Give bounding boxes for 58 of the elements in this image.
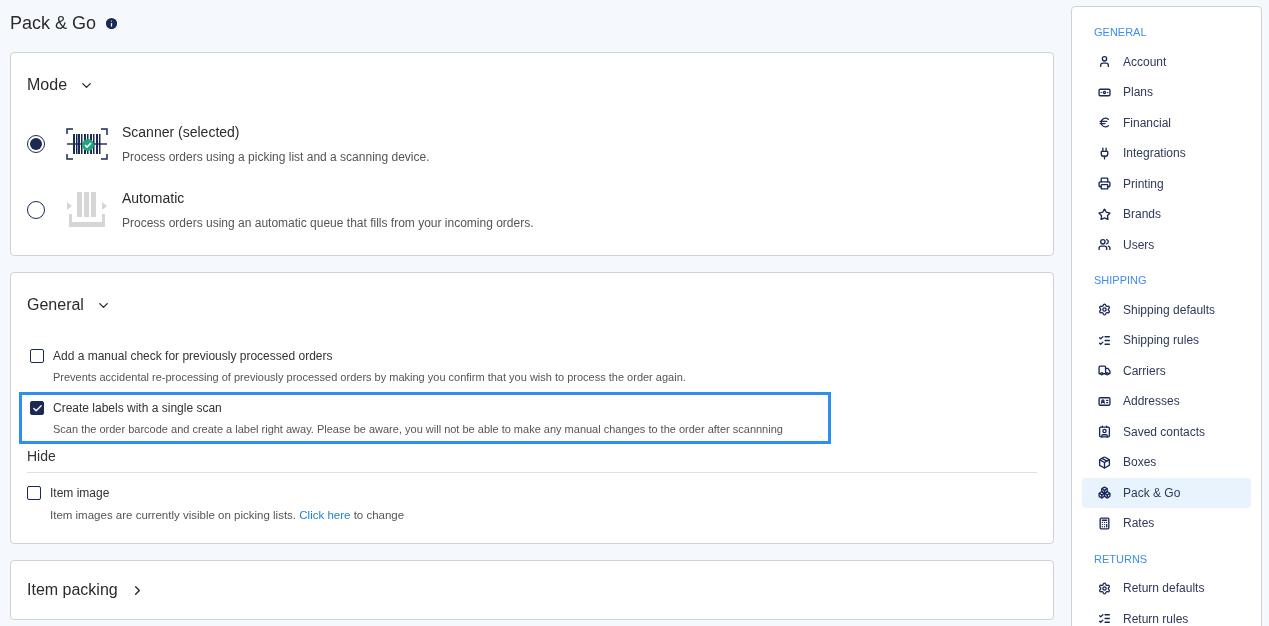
sidebar-item[interactable]: Shipping defaults [1082,294,1251,325]
sidebar-heading: SHIPPING [1093,273,1148,288]
option-title: Scanner (selected) [122,123,241,142]
sidebar-item[interactable]: Account [1082,46,1251,77]
star-icon [1098,207,1111,221]
section-title[interactable]: Item packing [27,578,118,602]
checkbox[interactable] [30,401,44,415]
boxes-icon [1098,486,1111,500]
sidebar-item[interactable]: Pack & Go [1082,477,1251,508]
setting-description: Scan the order barcode and create a label right away. Please be aware, you will not be able to make any manual changes to the order after scannning [53,422,783,437]
euro-icon [1098,116,1111,130]
sidebar-item[interactable]: Addresses [1082,386,1251,417]
section-title[interactable]: Mode [27,73,68,97]
contact-card-icon [1098,425,1111,439]
calculator-icon [1098,516,1111,530]
sidebar-heading: RETURNS [1093,551,1149,567]
gear-icon [1098,303,1111,317]
sidebar-item[interactable]: Shipping rules [1082,325,1251,356]
setting-description: Prevents accidental re-processing of previously processed orders by making you confirm that you wish to process the order again. [53,370,686,385]
option-title: Automatic [122,189,186,208]
barcode-scan-icon [66,128,108,160]
sidebar-heading: GENERAL [1093,25,1148,40]
sidebar-item[interactable]: Integrations [1082,138,1251,169]
sidebar-item[interactable]: Boxes [1082,447,1251,478]
checkbox-label: Add a manual check for previously processed orders [53,348,333,365]
checkbox-label: Item image [50,485,110,502]
conveyor-icon [66,192,108,228]
setting-description: Item images are currently visible on picking lists. Click here to change [49,508,406,523]
checkbox[interactable] [27,486,41,500]
sidebar-item[interactable]: Brands [1082,199,1251,230]
printer-icon [1098,177,1111,191]
plug-icon [1098,146,1111,160]
checkbox-label: Create labels with a single scan [53,400,222,417]
users-icon [1098,238,1111,252]
sidebar-item[interactable]: Rates [1082,508,1251,539]
person-icon [1098,55,1111,69]
click-here-link[interactable]: Click here [299,509,351,521]
sidebar-item[interactable]: Users [1082,229,1251,260]
truck-icon [1098,364,1111,378]
sidebar-item[interactable]: Return rules [1082,603,1251,626]
checklist-icon [1098,333,1111,347]
info-icon[interactable] [104,16,120,31]
option-description: Process orders using a picking list and a scanning device. [122,149,430,166]
checkbox[interactable] [30,349,44,363]
sidebar-item[interactable]: Printing [1082,168,1251,199]
id-card-icon [1098,394,1111,408]
option-description: Process orders using an automatic queue that fills from your incoming orders. [122,215,534,232]
page-title: Pack & Go [10,12,97,35]
sidebar-item[interactable]: Financial [1082,107,1251,138]
subsection-heading: Hide [27,446,1037,473]
sidebar-item[interactable]: Return defaults [1082,573,1251,604]
box-icon [1098,455,1111,469]
sidebar-item[interactable]: Carriers [1082,355,1251,386]
gear-icon [1098,581,1111,595]
section-title[interactable]: General [27,293,84,317]
checklist-icon [1098,612,1111,626]
sidebar-item[interactable]: Plans [1082,77,1251,108]
sidebar-item[interactable]: Saved contacts [1082,416,1251,447]
